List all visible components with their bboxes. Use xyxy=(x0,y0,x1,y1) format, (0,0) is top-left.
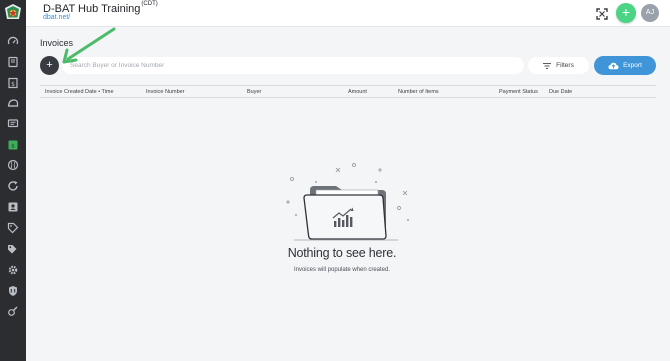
shield-icon[interactable] xyxy=(5,283,21,299)
svg-text:$: $ xyxy=(11,143,15,149)
avatar[interactable]: AJ xyxy=(641,4,659,22)
filters-label: Filters xyxy=(556,62,574,69)
column-payment-status[interactable]: Payment Status xyxy=(499,89,538,95)
empty-folder-illustration xyxy=(286,163,409,241)
expand-icon[interactable] xyxy=(596,7,608,20)
cap-icon[interactable] xyxy=(5,95,21,111)
refresh-icon[interactable] xyxy=(5,178,21,194)
contacts-icon[interactable] xyxy=(5,199,21,215)
column-number-of-items[interactable]: Number of Items xyxy=(398,89,439,95)
tools-icon[interactable] xyxy=(5,303,21,319)
export-label: Export xyxy=(623,62,642,69)
column-buyer[interactable]: Buyer xyxy=(247,89,261,95)
svg-text:$: $ xyxy=(11,81,15,88)
timezone-label: (CDT) xyxy=(141,1,158,8)
top-header: D-BAT Hub Training(CDT) dbat.net/ + AJ xyxy=(26,0,670,27)
app-link[interactable]: dbat.net/ xyxy=(43,14,70,21)
empty-state-title: Nothing to see here. xyxy=(287,246,397,260)
empty-state-subtitle: Invoices will populate when created. xyxy=(293,267,391,273)
dbat-logo[interactable] xyxy=(3,3,23,23)
column-amount[interactable]: Amount xyxy=(348,89,367,95)
tag-icon[interactable] xyxy=(5,220,21,236)
column-due-date[interactable]: Due Date xyxy=(549,89,572,95)
search-input[interactable] xyxy=(62,57,524,74)
column-invoice-number[interactable]: Invoice Number xyxy=(146,89,185,95)
cloud-upload-icon xyxy=(608,62,619,69)
baseball-icon[interactable] xyxy=(5,157,21,173)
table-header: Invoice Created Date • Time Invoice Numb… xyxy=(40,85,656,98)
tags-icon[interactable] xyxy=(5,241,21,257)
add-invoice-button[interactable]: + xyxy=(40,56,59,75)
filters-button[interactable]: Filters xyxy=(528,57,589,74)
dollar-receipt-icon[interactable]: $ xyxy=(5,75,21,91)
quick-add-button[interactable]: + xyxy=(616,3,636,23)
invoice-icon[interactable]: $ xyxy=(5,137,21,153)
chat-icon[interactable] xyxy=(5,116,21,132)
speedometer-icon[interactable] xyxy=(5,33,21,49)
book-icon[interactable] xyxy=(5,54,21,70)
column-created-date[interactable]: Invoice Created Date • Time xyxy=(45,89,114,95)
sidebar: $ $ xyxy=(0,0,26,361)
export-button[interactable]: Export xyxy=(594,56,656,75)
filter-icon xyxy=(543,62,552,69)
annotation-arrow xyxy=(62,27,116,64)
gear-icon[interactable] xyxy=(5,262,21,278)
